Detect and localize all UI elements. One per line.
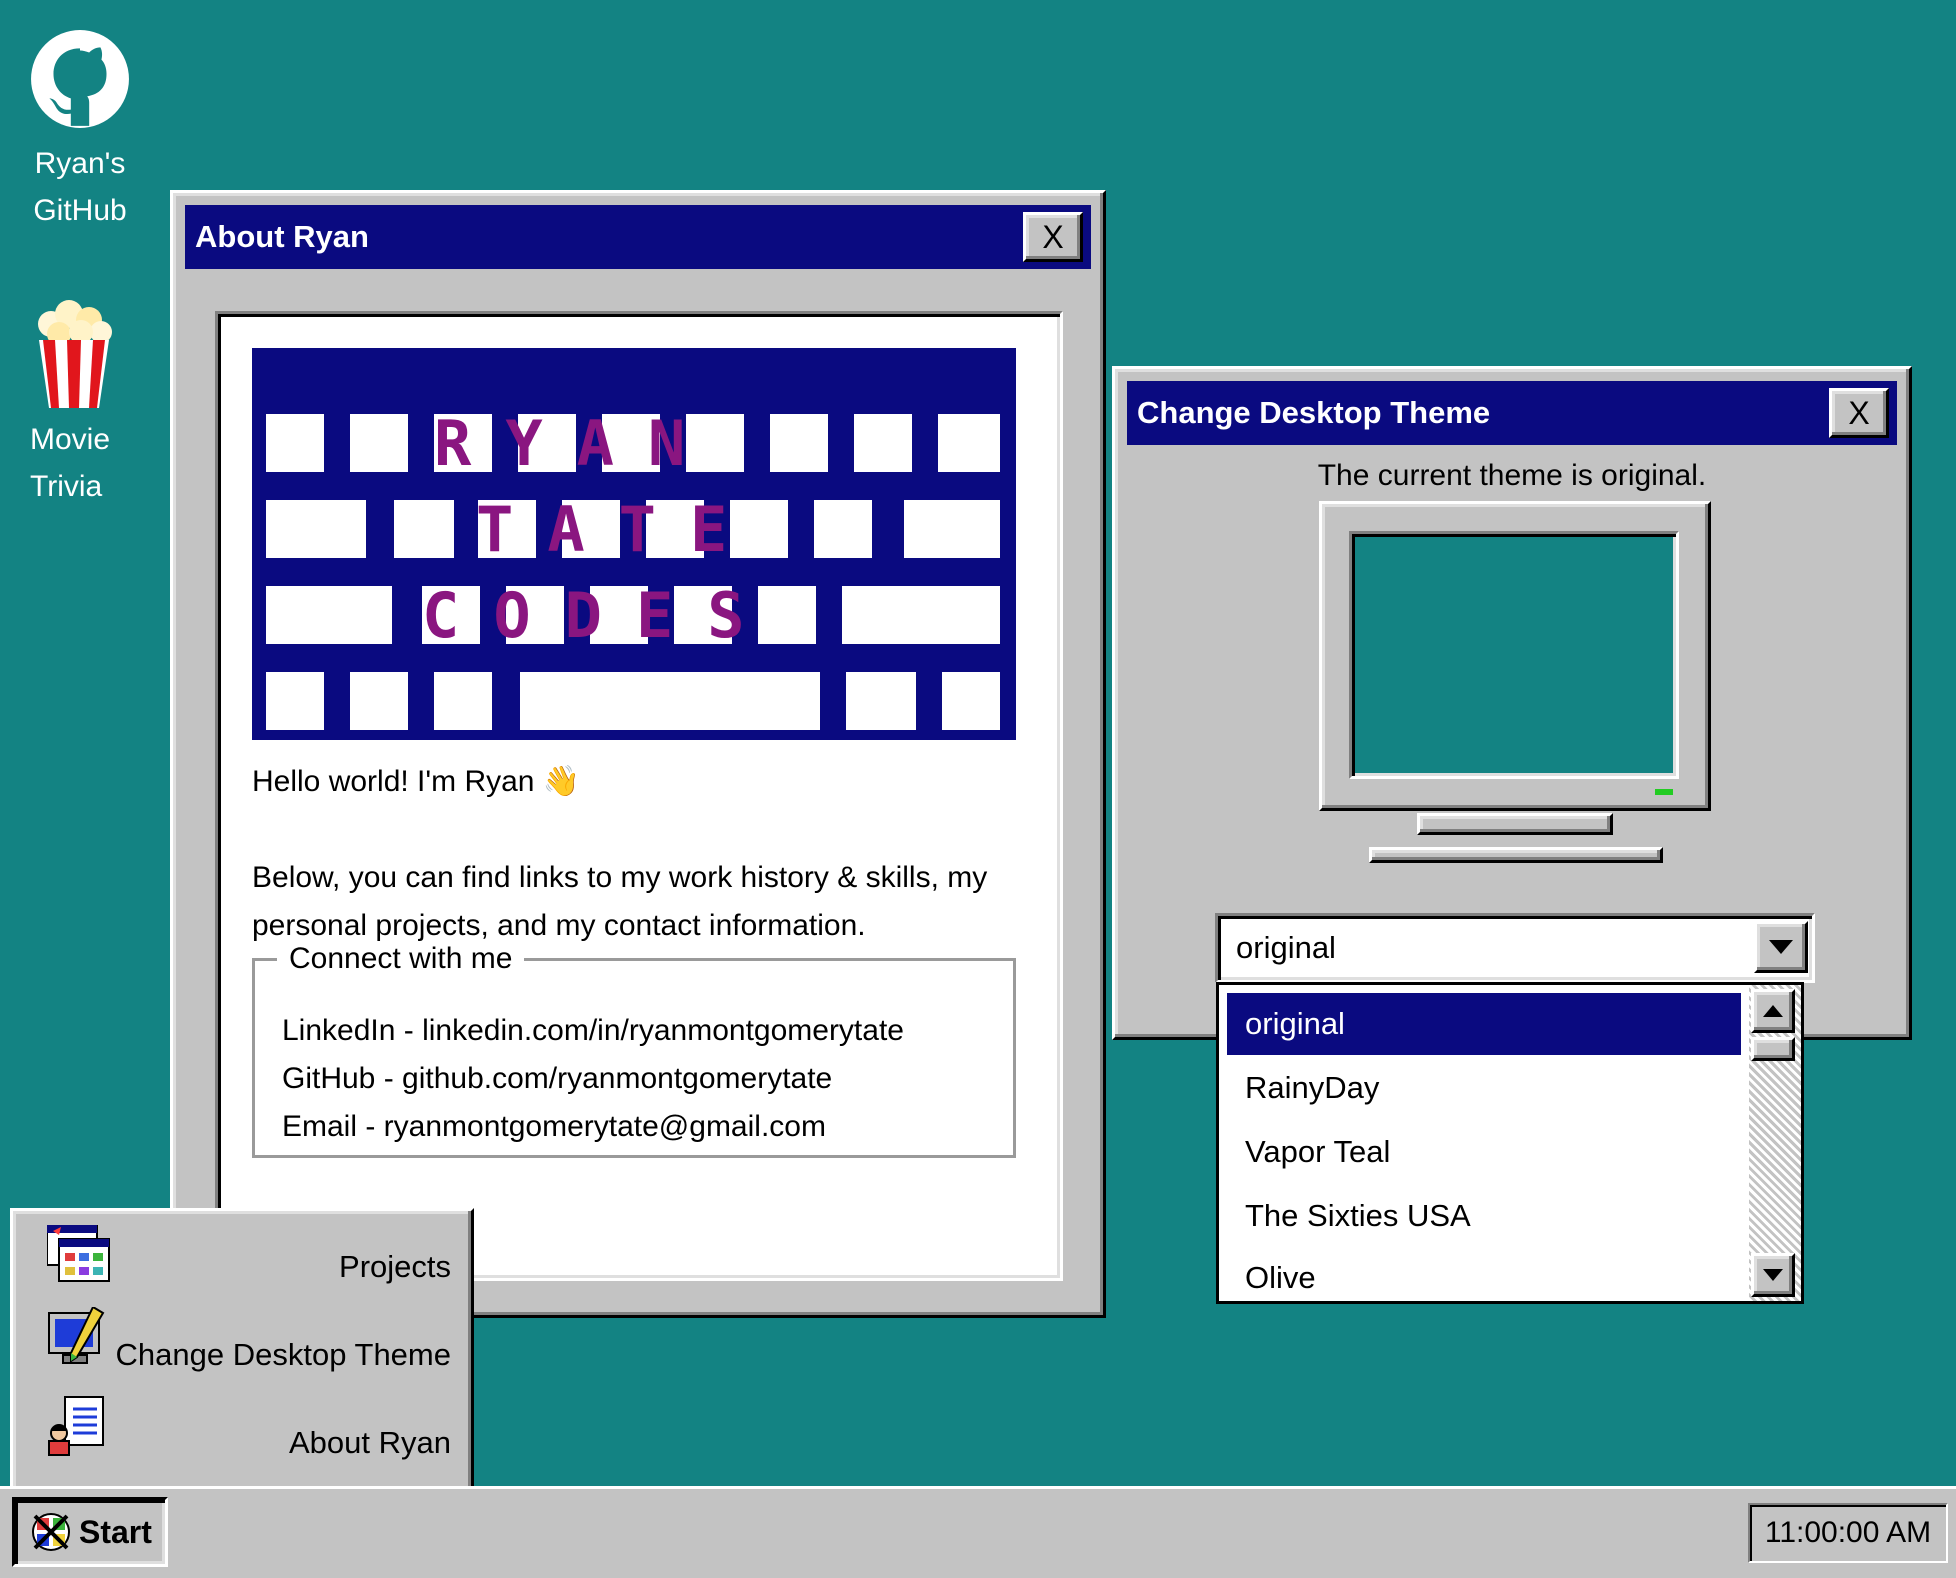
banner-line-1: RYAN bbox=[434, 407, 720, 480]
menu-item-label: About Ryan bbox=[289, 1425, 451, 1460]
dropdown-button[interactable] bbox=[1754, 921, 1808, 973]
start-menu: Projects Change Desktop Theme About Ryan bbox=[10, 1208, 474, 1494]
taskbar: Start 11:00:00 AM bbox=[0, 1486, 1956, 1578]
desktop-icon-movie-trivia[interactable]: Movie Trivia bbox=[4, 300, 144, 510]
about-content-panel: RYAN TATE CODES Hello world! I'm Ryan 👋 … bbox=[215, 311, 1063, 1281]
start-menu-item-change-theme[interactable]: Change Desktop Theme bbox=[37, 1307, 451, 1387]
email-link[interactable]: Email - ryanmontgomerytate@gmail.com bbox=[282, 1110, 826, 1144]
start-menu-item-about-ryan[interactable]: About Ryan bbox=[37, 1395, 451, 1475]
banner-line-3: CODES bbox=[422, 579, 779, 652]
linkedin-link[interactable]: LinkedIn - linkedin.com/in/ryanmontgomer… bbox=[282, 1014, 904, 1048]
theme-select[interactable]: original bbox=[1215, 913, 1815, 983]
scroll-up-button[interactable] bbox=[1751, 989, 1795, 1033]
menu-item-label: Projects bbox=[339, 1249, 451, 1284]
about-ryan-window: About Ryan X RYAN TATE CODES Hello world… bbox=[170, 190, 1106, 1318]
banner-line-2: TATE bbox=[476, 493, 762, 566]
system-clock: 11:00:00 AM bbox=[1748, 1503, 1948, 1563]
theme-option[interactable]: The Sixties USA bbox=[1227, 1185, 1741, 1247]
close-label: X bbox=[1042, 218, 1064, 255]
display-properties-icon bbox=[48, 1307, 105, 1364]
connect-legend: Connect with me bbox=[289, 942, 513, 975]
monitor-screen bbox=[1349, 531, 1679, 779]
change-theme-window: Change Desktop Theme X The current theme… bbox=[1112, 366, 1912, 1040]
about-ryan-titlebar[interactable]: About Ryan X bbox=[185, 205, 1091, 269]
monitor-neck bbox=[1417, 813, 1613, 835]
theme-option[interactable]: Vapor Teal bbox=[1227, 1121, 1741, 1183]
desktop-icon-github[interactable]: Ryan's GitHub bbox=[10, 28, 150, 234]
window-title: Change Desktop Theme bbox=[1137, 395, 1491, 430]
popcorn-icon bbox=[38, 300, 112, 408]
power-led bbox=[1655, 789, 1673, 795]
monitor-preview bbox=[1319, 501, 1715, 835]
theme-option[interactable]: original bbox=[1227, 993, 1741, 1055]
scroll-thumb[interactable] bbox=[1751, 1037, 1795, 1061]
theme-select-value: original bbox=[1236, 930, 1336, 965]
option-label: RainyDay bbox=[1245, 1070, 1380, 1105]
start-menu-item-projects[interactable]: Projects bbox=[37, 1219, 451, 1299]
arrow-down-icon bbox=[1763, 1269, 1783, 1281]
change-theme-titlebar[interactable]: Change Desktop Theme X bbox=[1127, 381, 1897, 445]
close-button[interactable]: X bbox=[1023, 212, 1083, 262]
close-label: X bbox=[1848, 394, 1870, 431]
current-theme-text: The current theme is original. bbox=[1317, 459, 1707, 492]
start-label: Start bbox=[79, 1513, 152, 1550]
theme-option[interactable]: RainyDay bbox=[1227, 1057, 1741, 1119]
arrow-up-icon bbox=[1763, 1005, 1783, 1017]
option-label: Olive bbox=[1245, 1260, 1316, 1295]
description-text: Below, you can find links to my work his… bbox=[252, 861, 988, 942]
window-title: About Ryan bbox=[195, 219, 369, 254]
start-button[interactable]: Start bbox=[12, 1497, 168, 1567]
option-label: original bbox=[1245, 1006, 1345, 1041]
desktop-icon-label: Ryan's GitHub bbox=[33, 147, 127, 227]
menu-item-label: Change Desktop Theme bbox=[115, 1337, 451, 1372]
option-label: Vapor Teal bbox=[1245, 1134, 1391, 1169]
projects-icon bbox=[47, 1225, 110, 1282]
chevron-down-icon bbox=[1769, 940, 1793, 954]
clock-text: 11:00:00 AM bbox=[1764, 1516, 1932, 1549]
theme-dropdown-list: original RainyDay Vapor Teal The Sixties… bbox=[1216, 982, 1804, 1304]
scrollbar[interactable] bbox=[1749, 985, 1801, 1301]
monitor-base bbox=[1369, 847, 1663, 863]
desktop-icon-label: Movie Trivia bbox=[30, 423, 111, 503]
close-button[interactable]: X bbox=[1829, 388, 1889, 438]
github-link[interactable]: GitHub - github.com/ryanmontgomerytate bbox=[282, 1062, 832, 1096]
user-document-icon bbox=[48, 1396, 104, 1456]
greeting-text: Hello world! I'm Ryan 👋 bbox=[252, 765, 581, 798]
start-logo-icon bbox=[32, 1513, 70, 1551]
theme-option[interactable]: Olive bbox=[1227, 1247, 1741, 1309]
scroll-down-button[interactable] bbox=[1751, 1253, 1795, 1297]
github-icon bbox=[31, 30, 129, 128]
option-label: The Sixties USA bbox=[1245, 1198, 1471, 1233]
